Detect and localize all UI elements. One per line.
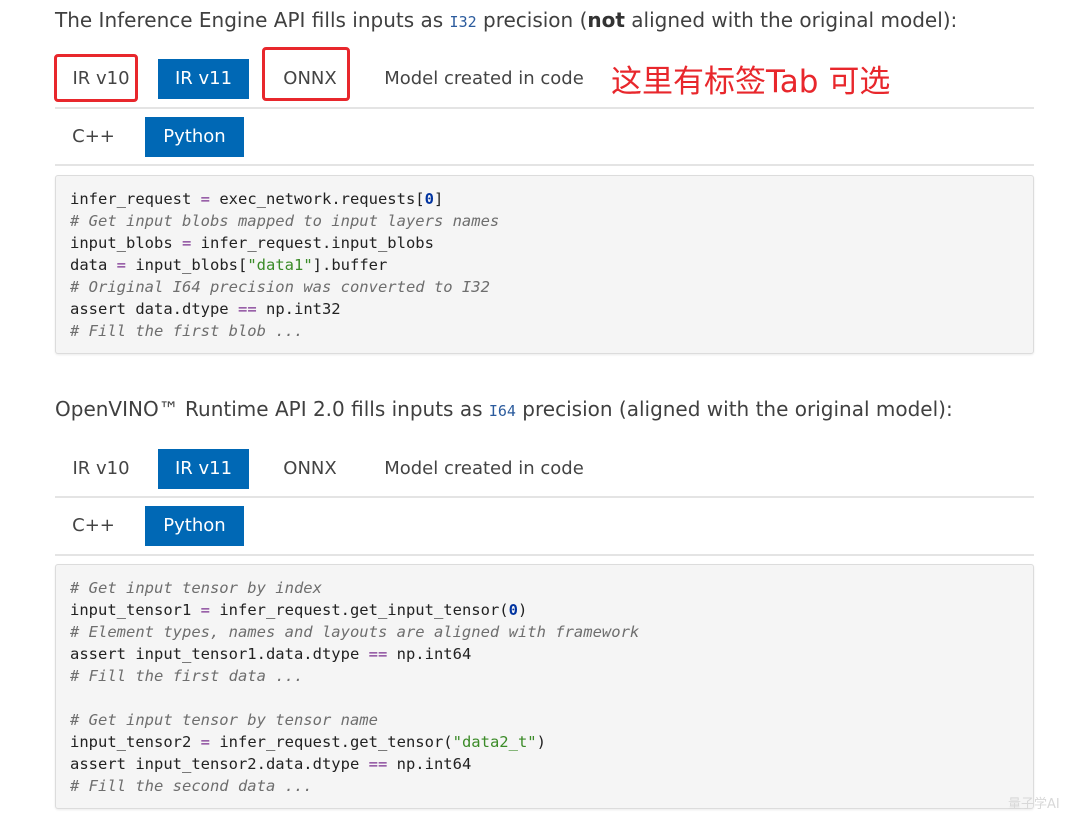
- inline-code: I32: [449, 13, 477, 31]
- code-content: # Get input tensor by index input_tensor…: [70, 577, 639, 797]
- tab-python[interactable]: Python: [145, 117, 244, 157]
- watermark: 量子学AI: [1008, 797, 1060, 812]
- tab-ir-v11[interactable]: IR v11: [158, 449, 249, 489]
- code-block: # Get input tensor by index input_tensor…: [55, 564, 1034, 809]
- intro-bold: not: [587, 8, 625, 32]
- code-line: assert input_tensor1.data.dtype == np.in…: [70, 645, 472, 663]
- code-line: input_blobs = infer_request.input_blobs: [70, 234, 434, 252]
- highlight-box-onnx: [262, 47, 350, 101]
- tab-python[interactable]: Python: [145, 506, 244, 546]
- model-tab-bar: [55, 107, 1034, 109]
- code-comment: # Fill the first blob ...: [70, 322, 304, 340]
- code-content: infer_request = exec_network.requests[0]…: [70, 188, 499, 342]
- intro-text: precision (aligned with the original mod…: [515, 397, 953, 421]
- highlight-box-ir-v10: [54, 54, 138, 102]
- code-comment: # Original I64 precision was converted t…: [70, 278, 490, 296]
- code-comment: # Fill the second data ...: [70, 777, 313, 795]
- code-line: data = input_blobs["data1"].buffer: [70, 256, 388, 274]
- code-line: assert input_tensor2.data.dtype == np.in…: [70, 755, 472, 773]
- code-comment: # Get input tensor by tensor name: [70, 711, 378, 729]
- code-line: input_tensor2 = infer_request.get_tensor…: [70, 733, 546, 751]
- tab-ir-v11[interactable]: IR v11: [158, 59, 249, 99]
- code-line: assert data.dtype == np.int32: [70, 300, 341, 318]
- tab-onnx[interactable]: ONNX: [270, 449, 350, 489]
- code-line: infer_request = exec_network.requests[0]: [70, 190, 444, 208]
- section1-intro: The Inference Engine API fills inputs as…: [55, 8, 957, 34]
- tab-ir-v10[interactable]: IR v10: [64, 449, 138, 489]
- code-line: input_tensor1 = infer_request.get_input_…: [70, 601, 528, 619]
- tab-model-created-in-code[interactable]: Model created in code: [380, 449, 588, 489]
- inline-code: I64: [488, 402, 516, 420]
- intro-text: aligned with the original model):: [624, 8, 958, 32]
- intro-text: The Inference Engine API fills inputs as: [55, 8, 450, 32]
- tab-cpp[interactable]: C++: [55, 506, 132, 546]
- annotation-label: 这里有标签Tab 可选: [611, 64, 891, 100]
- intro-text: precision (: [476, 8, 588, 32]
- model-tab-bar: [55, 496, 1034, 498]
- language-tab-bar: [55, 554, 1034, 556]
- code-block: infer_request = exec_network.requests[0]…: [55, 175, 1034, 354]
- code-comment: # Get input tensor by index: [70, 579, 322, 597]
- code-comment: # Fill the first data ...: [70, 667, 304, 685]
- language-tab-bar: [55, 164, 1034, 166]
- code-comment: # Element types, names and layouts are a…: [70, 623, 640, 641]
- intro-text: OpenVINO™ Runtime API 2.0 fills inputs a…: [55, 397, 489, 421]
- tab-cpp[interactable]: C++: [55, 117, 132, 157]
- tab-model-created-in-code[interactable]: Model created in code: [380, 59, 588, 99]
- section2-intro: OpenVINO™ Runtime API 2.0 fills inputs a…: [55, 397, 953, 423]
- code-comment: # Get input blobs mapped to input layers…: [70, 212, 500, 230]
